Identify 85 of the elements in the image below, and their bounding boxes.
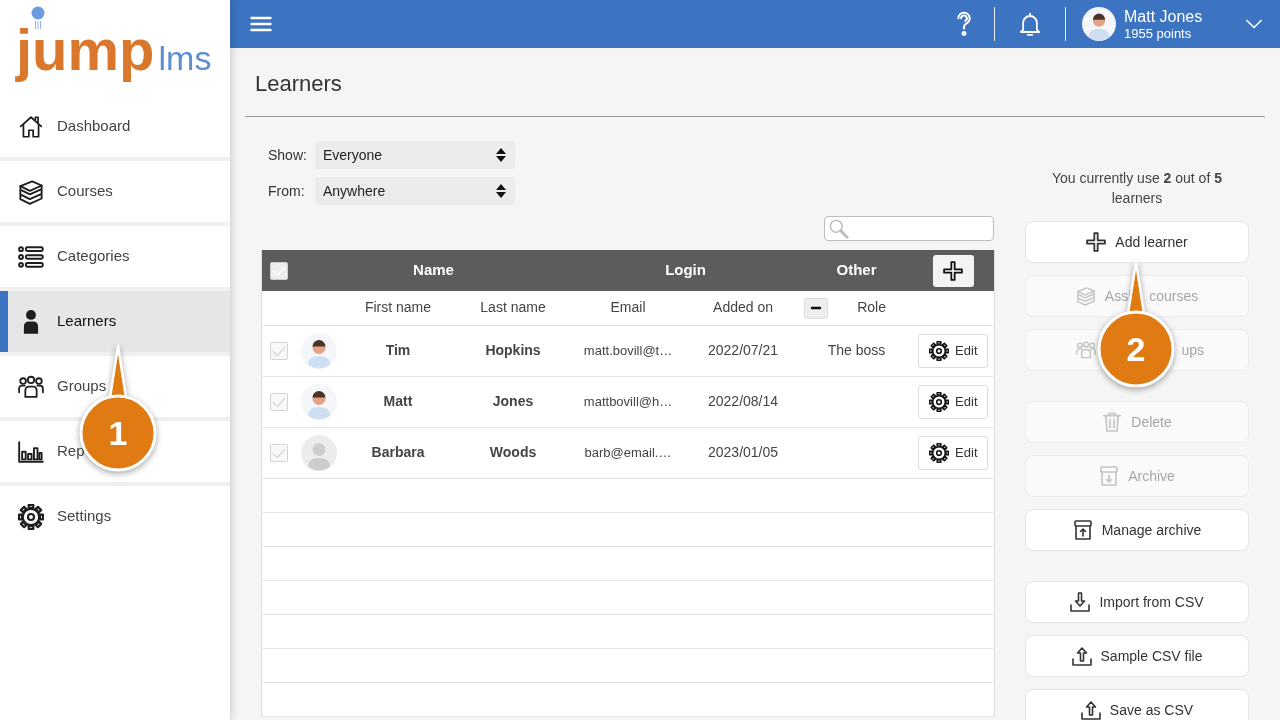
column-header: First name xyxy=(364,299,432,316)
checkmark-icon xyxy=(272,265,287,277)
archive-box-icon xyxy=(1099,466,1120,486)
first-name: Matt xyxy=(383,393,413,409)
edit-button[interactable]: Edit xyxy=(918,333,989,368)
edit-button[interactable]: Edit xyxy=(918,384,989,419)
upload-icon xyxy=(1071,646,1092,666)
up-down-arrows-icon xyxy=(495,183,507,199)
help-icon[interactable] xyxy=(954,11,974,37)
filter-select[interactable]: Anywhere xyxy=(315,177,515,205)
checkbox[interactable] xyxy=(270,342,289,361)
column-header: Email xyxy=(610,299,646,316)
gear-icon xyxy=(18,503,44,530)
role: The boss xyxy=(827,342,886,358)
usage-note: You currently use 2 out of 5 learners xyxy=(1051,169,1223,208)
column-group-header: Login xyxy=(665,261,706,279)
people-icon xyxy=(18,373,44,400)
sidebar-item[interactable]: Dashboard xyxy=(0,96,230,157)
list-icon xyxy=(18,243,44,270)
sidebar-item[interactable]: Categories xyxy=(0,226,230,287)
checkmark-icon xyxy=(272,345,287,357)
checkbox[interactable] xyxy=(270,393,289,412)
checkmark-icon xyxy=(272,447,287,459)
column-header: Role xyxy=(857,299,886,316)
bell-icon[interactable] xyxy=(1019,12,1041,36)
action-button[interactable]: Save as CSV xyxy=(1025,689,1249,720)
checkmark-icon xyxy=(272,396,287,408)
books-icon xyxy=(1075,286,1096,306)
column-group-header: Name xyxy=(413,261,454,279)
checkbox[interactable] xyxy=(270,444,289,463)
minus-icon xyxy=(810,306,821,311)
checkbox[interactable] xyxy=(270,262,289,281)
last-name: Jones xyxy=(492,393,534,409)
first-name: Barbara xyxy=(371,444,425,460)
avatar-icon xyxy=(1082,7,1116,41)
sidebar-item[interactable]: Learners xyxy=(0,291,230,352)
sidebar-item[interactable]: Courses xyxy=(0,161,230,222)
ball-icon xyxy=(30,6,46,30)
column-header: Added on xyxy=(713,299,773,316)
people-icon xyxy=(1076,340,1096,360)
upload-icon xyxy=(1080,700,1101,720)
collapse-column-button[interactable] xyxy=(803,297,828,319)
logo-wordmark: jump xyxy=(16,20,155,80)
books-icon xyxy=(18,178,44,205)
logo-suffix: lms xyxy=(158,41,212,75)
action-button[interactable]: Import from CSV xyxy=(1025,581,1249,623)
user-points: 1955 points xyxy=(1124,25,1193,42)
gear-icon xyxy=(929,442,950,463)
filter-label: From: xyxy=(268,183,305,199)
column-group-header: Other xyxy=(836,261,877,279)
action-button[interactable]: Sample CSV file xyxy=(1025,635,1249,677)
action-button[interactable]: Add learner xyxy=(1025,221,1249,263)
trash-icon xyxy=(1102,412,1123,432)
avatar-icon xyxy=(300,434,337,471)
filter-select[interactable]: Everyone xyxy=(315,141,515,169)
date-added: 2023/01/05 xyxy=(708,444,779,460)
filter-label: Show: xyxy=(268,147,307,163)
date-added: 2022/07/21 xyxy=(708,342,779,358)
avatar-icon xyxy=(300,383,337,420)
sidebar-item[interactable]: Settings xyxy=(0,486,230,547)
search-field[interactable] xyxy=(824,216,994,241)
plus-icon xyxy=(943,260,964,281)
up-down-arrows-icon xyxy=(495,147,507,163)
email: matt.bovill@t… xyxy=(583,343,673,358)
plus-icon xyxy=(1086,232,1107,252)
gear-icon xyxy=(929,391,950,412)
gear-icon xyxy=(929,340,950,361)
page-title: Learners xyxy=(245,48,1265,117)
first-name: Tim xyxy=(385,342,411,358)
avatar-icon xyxy=(300,332,337,369)
last-name: Woods xyxy=(489,444,537,460)
add-column-button[interactable] xyxy=(932,254,974,287)
action-button[interactable]: Manage archive xyxy=(1025,509,1249,551)
house-icon xyxy=(18,113,44,140)
search-icon xyxy=(829,218,849,239)
last-name: Hopkins xyxy=(485,342,541,358)
email: mattbovill@h… xyxy=(583,394,673,409)
archive-box-icon xyxy=(1072,520,1093,540)
download-icon xyxy=(1070,592,1091,612)
edit-button[interactable]: Edit xyxy=(918,435,989,470)
bar-chart-icon xyxy=(18,438,44,465)
column-header: Last name xyxy=(480,299,546,316)
user-name: Matt Jones xyxy=(1124,6,1204,26)
email: barb@email.… xyxy=(584,445,672,460)
date-added: 2022/08/14 xyxy=(708,393,779,409)
